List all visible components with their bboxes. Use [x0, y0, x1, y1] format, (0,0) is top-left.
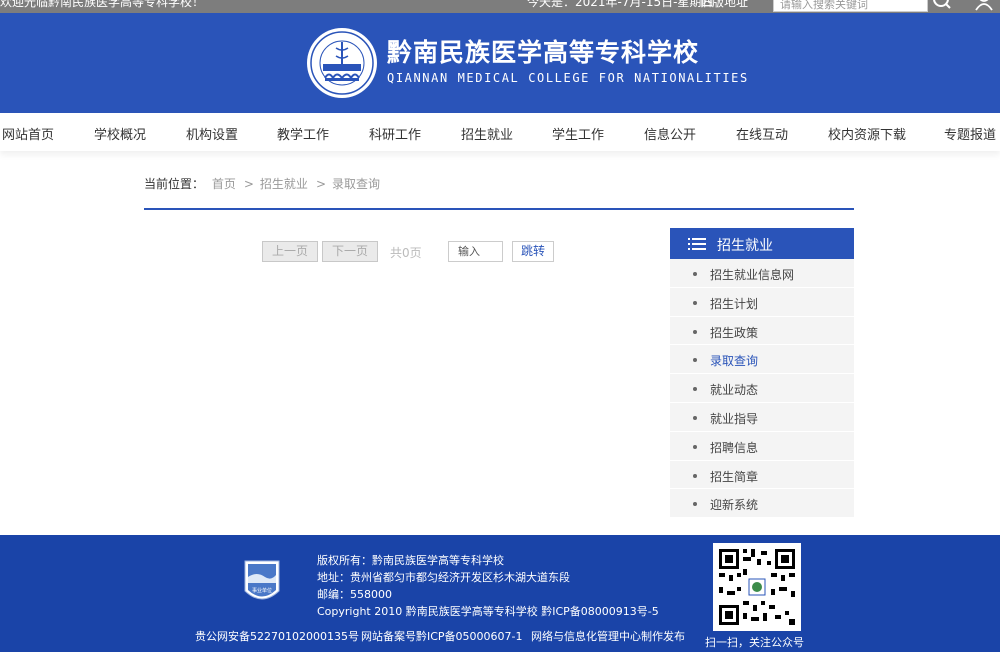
sidebar-item-employment-guide[interactable]: 就业指导	[670, 403, 854, 432]
old-site-link[interactable]: 旧版地址	[700, 0, 748, 8]
sidebar-item-label: 招生计划	[710, 296, 759, 311]
sidebar-item-label: 招生就业信息网	[710, 268, 795, 282]
date-text: 今天是：2021年-7月-15日-星期四	[527, 0, 714, 9]
sidebar-list: 招生就业信息网 招生计划 招生政策 录取查询 就业动态 就业指导 招聘信息 招生…	[670, 259, 854, 519]
sidebar-item-admission-query[interactable]: 录取查询	[670, 345, 854, 375]
search-input[interactable]: 请输入搜索关键词	[773, 0, 928, 12]
bullet-icon	[693, 300, 697, 305]
footer-police-record[interactable]: 贵公网安备52270102000135号	[195, 628, 359, 644]
school-name-cn: 黔南民族医学高等专科学校	[387, 38, 700, 67]
nav-item-overview[interactable]: 学校概况	[94, 124, 146, 143]
top-bar: 欢迎光临黔南民族医学高等专科学校！ 今天是：2021年-7月-15日-星期四 旧…	[0, 0, 1000, 13]
sidebar: 招生就业 招生就业信息网 招生计划 招生政策 录取查询 就业动态 就业指导 招聘…	[670, 228, 854, 519]
nav-item-home[interactable]: 网站首页	[2, 124, 54, 143]
bullet-icon	[693, 387, 697, 392]
sidebar-title: 招生就业	[717, 238, 773, 254]
footer-icp-record[interactable]: 网站备案号黔ICP备05000607-1	[361, 628, 523, 644]
footer-address: 地址：贵州省都匀市都匀经济开发区杉木湖大道东段	[317, 571, 570, 584]
nav-item-special[interactable]: 专题报道	[944, 124, 996, 143]
breadcrumb-divider	[144, 208, 854, 210]
page-number-input[interactable]: 输入	[448, 241, 503, 262]
menu-icon	[688, 238, 706, 250]
sidebar-item-plan[interactable]: 招生计划	[670, 288, 854, 317]
badge-label: 事业单位	[252, 587, 272, 594]
welcome-text: 欢迎光临黔南民族医学高等专科学校！	[0, 0, 205, 9]
public-institution-badge[interactable]: 事业单位	[243, 557, 281, 607]
school-name-en: QIANNAN MEDICAL COLLEGE FOR NATIONALITIE…	[387, 71, 749, 85]
jump-button[interactable]: 跳转	[512, 241, 554, 262]
main-nav: 网站首页 学校概况 机构设置 教学工作 科研工作 招生就业 学生工作 信息公开 …	[0, 113, 1000, 151]
sidebar-item-brochure[interactable]: 招生简章	[670, 461, 854, 490]
site-footer: 事业单位 版权所有：黔南民族医学高等专科学校 地址：贵州省都匀市都匀经济开发区杉…	[0, 535, 1000, 652]
nav-item-interaction[interactable]: 在线互动	[736, 124, 788, 143]
breadcrumb-separator: >	[315, 177, 326, 191]
breadcrumb-current[interactable]: 录取查询	[332, 177, 380, 191]
sidebar-item-policy[interactable]: 招生政策	[670, 317, 854, 346]
sidebar-item-label: 迎新系统	[710, 498, 759, 513]
sidebar-item-label: 招生政策	[710, 325, 759, 340]
sidebar-item-label: 就业指导	[710, 411, 759, 426]
bullet-icon	[693, 473, 697, 478]
nav-item-teaching[interactable]: 教学工作	[277, 124, 329, 143]
sidebar-header: 招生就业	[670, 228, 854, 259]
breadcrumb-home[interactable]: 首页	[212, 177, 236, 191]
sidebar-item-label: 就业动态	[710, 383, 759, 398]
sidebar-item-recruitment[interactable]: 招聘信息	[670, 432, 854, 461]
nav-item-organization[interactable]: 机构设置	[186, 124, 238, 143]
nav-item-research[interactable]: 科研工作	[369, 124, 421, 143]
user-icon[interactable]	[974, 0, 994, 12]
sidebar-item-welcome-system[interactable]: 迎新系统	[670, 489, 854, 519]
nav-item-disclosure[interactable]: 信息公开	[644, 124, 696, 143]
sidebar-item-label: 录取查询	[710, 354, 759, 369]
qr-caption: 扫一扫，关注公众号	[705, 636, 804, 649]
bullet-icon	[693, 415, 697, 420]
next-page-button[interactable]: 下一页	[322, 241, 378, 262]
breadcrumb-separator: >	[243, 177, 254, 191]
nav-item-students[interactable]: 学生工作	[552, 124, 604, 143]
footer-copyright-en: Copyright 2010 黔南民族医学高等专科学校 黔ICP备0800091…	[317, 605, 659, 618]
breadcrumb-admissions[interactable]: 招生就业	[260, 177, 308, 191]
search-icon[interactable]	[932, 0, 952, 12]
bullet-icon	[693, 272, 697, 276]
sidebar-item-label: 招聘信息	[710, 440, 759, 455]
footer-postcode: 邮编：558000	[317, 588, 392, 601]
bullet-icon	[693, 502, 697, 507]
school-logo[interactable]	[305, 26, 379, 100]
footer-copyright-cn: 版权所有：黔南民族医学高等专科学校	[317, 554, 504, 567]
breadcrumb-label: 当前位置：	[144, 177, 205, 191]
page-total: 共0页	[390, 246, 422, 260]
bullet-icon	[693, 358, 697, 363]
sidebar-item-info-net[interactable]: 招生就业信息网	[670, 259, 854, 288]
footer-maker: 网络与信息化管理中心制作发布	[531, 630, 685, 643]
site-header: 黔南民族医学高等专科学校 QIANNAN MEDICAL COLLEGE FOR…	[0, 13, 1000, 113]
prev-page-button[interactable]: 上一页	[262, 241, 318, 262]
sidebar-item-label: 招生简章	[710, 469, 759, 484]
sidebar-item-employment-news[interactable]: 就业动态	[670, 374, 854, 403]
breadcrumb: 当前位置： 首页 > 招生就业 > 录取查询	[144, 175, 380, 192]
nav-item-admissions[interactable]: 招生就业	[461, 124, 513, 143]
qr-code	[713, 543, 801, 631]
nav-item-downloads[interactable]: 校内资源下载	[828, 124, 906, 143]
bullet-icon	[693, 329, 697, 334]
bullet-icon	[693, 444, 697, 449]
